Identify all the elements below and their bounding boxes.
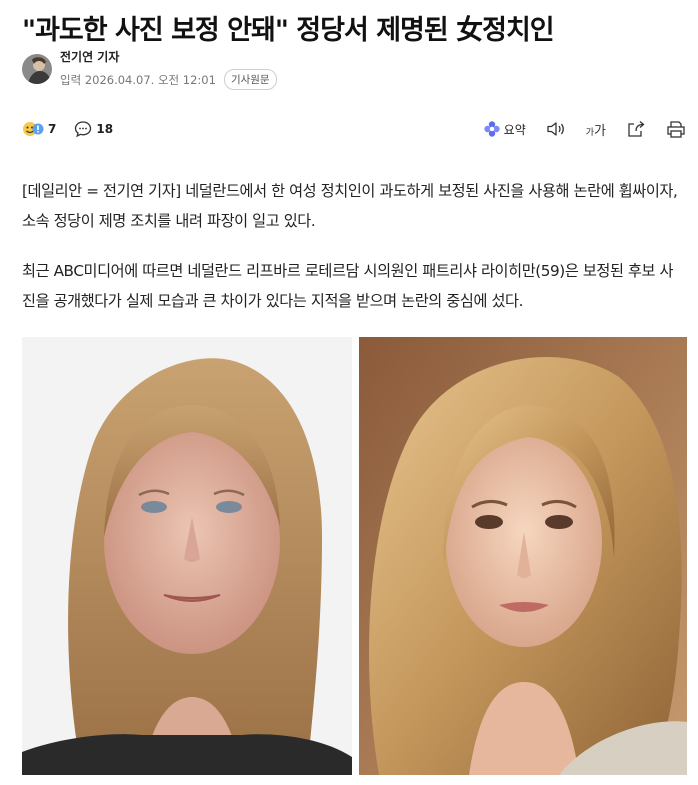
comment-count: 18 [96, 122, 114, 136]
byline: 전기연 기자 입력 2026.04.07. 오전 12:01 기사원문 [22, 48, 277, 90]
font-size-button[interactable]: 가가 [586, 120, 606, 139]
print-button[interactable] [666, 120, 686, 138]
audio-button[interactable] [546, 120, 566, 138]
actual-photo [22, 337, 352, 775]
article-toolbar: 7 18 요약 가가 [22, 116, 686, 142]
article-paragraph-1: [데일리안 = 전기연 기자] 네덜란드에서 한 여성 정치인이 과도하게 보정… [22, 182, 678, 230]
original-article-button[interactable]: 기사원문 [223, 69, 277, 90]
retouched-photo [359, 337, 687, 775]
reaction-emoji-icon [22, 120, 44, 138]
summary-icon [483, 120, 501, 138]
comment-icon [74, 120, 92, 138]
reporter-name[interactable]: 전기연 기자 [60, 48, 277, 65]
publish-timestamp: 입력 2026.04.07. 오전 12:01 [60, 72, 216, 87]
summary-label: 요약 [503, 122, 526, 137]
audio-icon [546, 120, 566, 138]
reaction-count: 7 [48, 122, 57, 136]
print-icon [666, 120, 686, 138]
reporter-avatar[interactable] [22, 54, 52, 84]
summary-button[interactable]: 요약 [483, 120, 526, 138]
reaction-button[interactable]: 7 [22, 120, 56, 138]
article-paragraph-2: 최근 ABC미디어에 따르면 네덜란드 리프바르 로테르담 시의원인 패트리샤 … [22, 262, 674, 310]
share-icon [626, 120, 646, 138]
comment-button[interactable]: 18 [74, 120, 113, 138]
font-size-icon: 가가 [585, 123, 606, 139]
share-button[interactable] [626, 120, 646, 138]
article-headline: "과도한 사진 보정 안돼" 정당서 제명된 女정치인 [22, 15, 555, 46]
